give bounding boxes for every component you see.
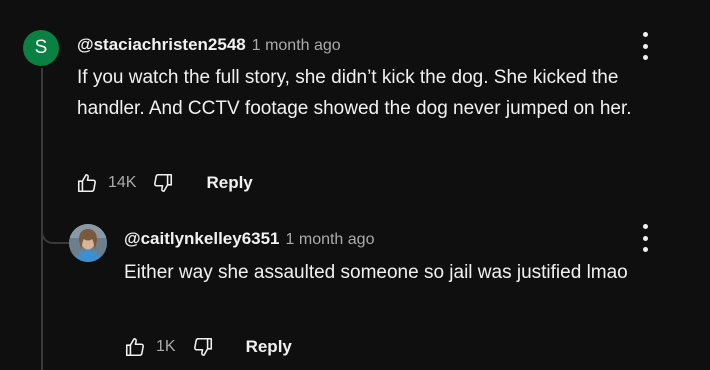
comment-header: @staciachristen2548 1 month ago — [77, 35, 341, 55]
reply-header: @caitlynkelley6351 1 month ago — [124, 229, 374, 249]
avatar[interactable] — [69, 224, 107, 262]
thumbs-up-icon[interactable] — [122, 334, 148, 360]
more-vert-icon[interactable] — [638, 224, 652, 252]
like-count: 14K — [108, 174, 137, 191]
reply-text: Either way she assaulted someone so jail… — [124, 262, 628, 283]
comment-time[interactable]: 1 month ago — [252, 37, 341, 55]
comment-text: If you watch the full story, she didn’t … — [77, 67, 632, 119]
avatar[interactable]: S — [23, 30, 59, 66]
comment-thread: S @staciachristen2548 1 month ago If you… — [0, 0, 710, 370]
comment-actions: 14K Reply — [74, 170, 253, 196]
more-vert-icon[interactable] — [638, 32, 652, 60]
like-count: 1K — [156, 338, 176, 355]
reply-button[interactable]: Reply — [246, 337, 292, 357]
thread-connector — [41, 210, 69, 244]
reply-actions: 1K Reply — [122, 334, 292, 360]
comment-time[interactable]: 1 month ago — [286, 231, 375, 249]
author-handle[interactable]: @staciachristen2548 — [77, 35, 246, 55]
thumbs-down-icon[interactable] — [190, 334, 216, 360]
author-handle[interactable]: @caitlynkelley6351 — [124, 229, 280, 249]
thumbs-up-icon[interactable] — [74, 170, 100, 196]
reply-button[interactable]: Reply — [206, 173, 252, 193]
avatar-letter: S — [34, 37, 48, 58]
thumbs-down-icon[interactable] — [150, 170, 176, 196]
